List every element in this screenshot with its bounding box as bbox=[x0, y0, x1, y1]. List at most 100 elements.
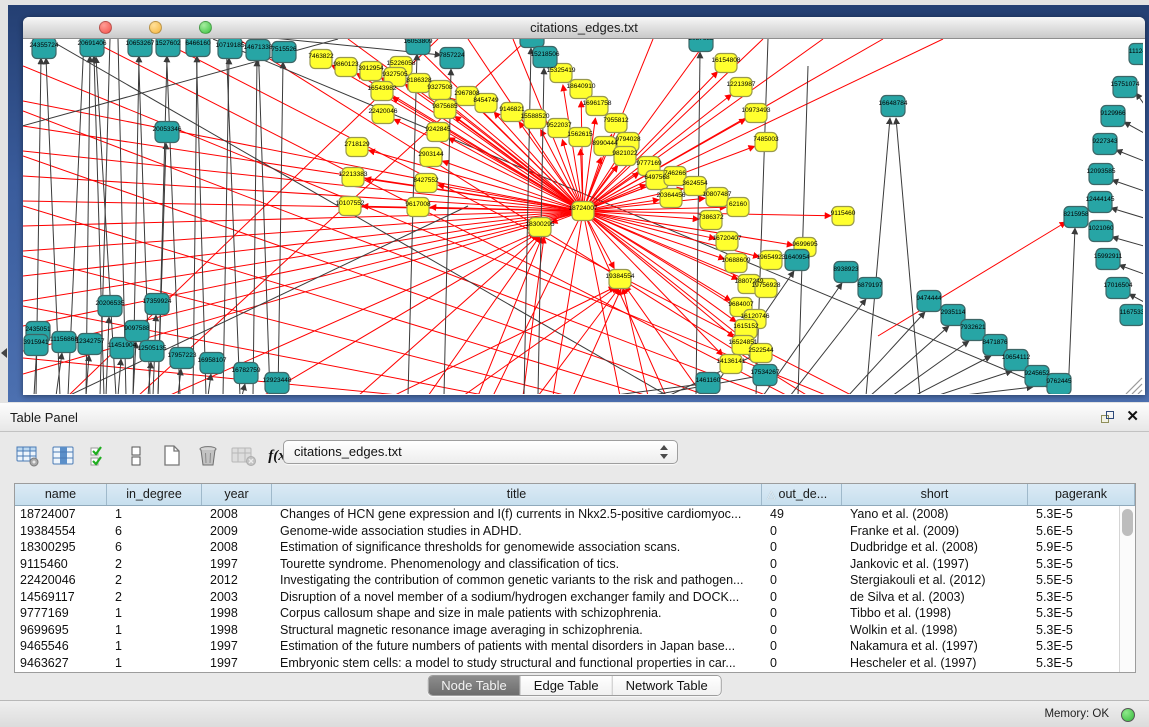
table-cell: 1 bbox=[107, 638, 202, 655]
black-edge bbox=[1116, 150, 1143, 161]
network-node-label: 9617008 bbox=[405, 201, 431, 208]
table-cell: Embryonic stem cells: a model to study s… bbox=[272, 655, 762, 672]
delete-table-button[interactable] bbox=[194, 443, 221, 469]
column-visibility-button[interactable] bbox=[50, 443, 77, 469]
attribute-table: namein_degreeyeartitle△ out_de...shortpa… bbox=[14, 483, 1136, 673]
table-cell: 5.5E-5 bbox=[1028, 572, 1119, 589]
network-canvas[interactable]: 1872400774638229860123391295415226058932… bbox=[23, 39, 1143, 394]
network-node-label: 15226058 bbox=[387, 60, 416, 67]
black-edge bbox=[956, 387, 1033, 394]
network-node-label: 20364456 bbox=[657, 192, 686, 199]
table-cell: 5.3E-5 bbox=[1028, 638, 1119, 655]
table-cell: Changes of HCN gene expression and I(f) … bbox=[272, 506, 762, 523]
table-row[interactable]: 946554611997Estimation of the future num… bbox=[15, 638, 1119, 655]
network-node-label: 3624554 bbox=[682, 180, 708, 187]
table-cell: 1 bbox=[107, 655, 202, 672]
table-toolbar: f(x) bbox=[14, 441, 293, 471]
table-row[interactable]: 1830029562008Estimation of significance … bbox=[15, 539, 1119, 556]
network-node-label: 62160 bbox=[729, 201, 747, 208]
network-node-label: 14671338 bbox=[244, 44, 273, 51]
column-header-pagerank[interactable]: pagerank bbox=[1028, 484, 1135, 505]
collapse-panel-arrow-icon[interactable] bbox=[1, 348, 7, 358]
table-cell: Dudbridge et al. (2008) bbox=[842, 539, 1028, 556]
table-cell: 14569117 bbox=[15, 589, 107, 606]
tab-network-table[interactable]: Network Table bbox=[613, 676, 721, 695]
table-cell: 2 bbox=[107, 556, 202, 573]
network-node-label: 10107552 bbox=[336, 200, 365, 207]
memory-status-indicator[interactable] bbox=[1121, 708, 1135, 722]
table-cell: 18724007 bbox=[15, 506, 107, 523]
table-cell: 2009 bbox=[202, 523, 272, 540]
table-cell: 0 bbox=[762, 523, 842, 540]
new-table-button[interactable] bbox=[158, 443, 185, 469]
network-node-label: 17534267 bbox=[751, 369, 780, 376]
column-header-title[interactable]: title bbox=[272, 484, 762, 505]
table-row[interactable]: 1872400712008Changes of HCN gene express… bbox=[15, 506, 1119, 523]
table-selector-dropdown[interactable]: citations_edges.txt bbox=[283, 440, 678, 464]
network-node-label: 11451904 bbox=[108, 342, 137, 349]
table-row[interactable]: 2242004622012Investigating the contribut… bbox=[15, 572, 1119, 589]
network-node-label: 20053346 bbox=[153, 126, 182, 133]
column-header-in-degree[interactable]: in_degree bbox=[107, 484, 202, 505]
network-node-label: 9777169 bbox=[636, 160, 662, 167]
vertical-scrollbar[interactable] bbox=[1119, 506, 1135, 672]
table-row[interactable]: 911546021997Tourette syndrome. Phenomeno… bbox=[15, 556, 1119, 573]
black-edge bbox=[1111, 208, 1143, 218]
network-node-label: 2087682 bbox=[688, 39, 714, 42]
network-node-label: 22420046 bbox=[369, 108, 398, 115]
table-cell: 2 bbox=[107, 572, 202, 589]
black-edge bbox=[106, 317, 109, 394]
scrollbar-thumb[interactable] bbox=[1122, 509, 1133, 536]
table-cell: Wolkin et al. (1998) bbox=[842, 622, 1028, 639]
network-node-label: 12923448 bbox=[263, 377, 292, 384]
column-header-year[interactable]: year bbox=[202, 484, 272, 505]
network-node-label: 9129966 bbox=[1100, 110, 1126, 117]
resize-grip[interactable] bbox=[1126, 378, 1142, 394]
red-edge bbox=[623, 288, 648, 394]
network-node-label: 9327505 bbox=[382, 71, 408, 78]
table-settings-button[interactable] bbox=[14, 443, 41, 469]
table-cell: 5.9E-5 bbox=[1028, 539, 1119, 556]
table-cell: Nakamura et al. (1997) bbox=[842, 638, 1028, 655]
table-row[interactable]: 977716911998Corpus callosum shape and si… bbox=[15, 605, 1119, 622]
table-cell: 5.3E-5 bbox=[1028, 556, 1119, 573]
table-row[interactable]: 946362711997Embryonic stem cells: a mode… bbox=[15, 655, 1119, 672]
tab-edge-table[interactable]: Edge Table bbox=[521, 676, 613, 695]
float-panel-icon[interactable] bbox=[1101, 411, 1115, 424]
tab-node-table[interactable]: Node Table bbox=[428, 676, 521, 695]
column-header-short[interactable]: short bbox=[842, 484, 1028, 505]
table-cell: 0 bbox=[762, 556, 842, 573]
network-window-titlebar[interactable]: citations_edges.txt bbox=[23, 17, 1145, 39]
network-node-label: 14136141 bbox=[717, 358, 746, 365]
network-window: citations_edges.txt 18724007746382298601… bbox=[23, 17, 1145, 395]
network-node-label: 1562615 bbox=[567, 131, 593, 138]
table-cell: Yano et al. (2008) bbox=[842, 506, 1028, 523]
table-cell: 22420046 bbox=[15, 572, 107, 589]
network-node-label: 16958107 bbox=[198, 357, 227, 364]
network-node-label: 2935114 bbox=[941, 309, 966, 316]
select-all-rows-button[interactable] bbox=[86, 443, 113, 469]
network-node-label: 9684007 bbox=[728, 301, 754, 308]
table-cell: 1998 bbox=[202, 622, 272, 639]
red-edge bbox=[449, 138, 583, 211]
table-cell: 0 bbox=[762, 622, 842, 639]
table-row[interactable]: 1938455462009Genome-wide association stu… bbox=[15, 523, 1119, 540]
table-row[interactable]: 969969511998Structural magnetic resonanc… bbox=[15, 622, 1119, 639]
network-node-label: 9245652 bbox=[1024, 370, 1050, 377]
table-body: 1872400712008Changes of HCN gene express… bbox=[15, 506, 1119, 672]
table-row[interactable]: 1456911722003Disruption of a novel membe… bbox=[15, 589, 1119, 606]
network-node-label: 9522037 bbox=[546, 122, 572, 129]
close-panel-icon[interactable]: ✕ bbox=[1126, 408, 1139, 426]
table-panel-body: f(x) citations_edges.txt namein_degreeye… bbox=[0, 432, 1149, 700]
red-edge bbox=[573, 289, 621, 394]
network-node-label: 20206535 bbox=[96, 300, 125, 307]
black-edge bbox=[68, 206, 468, 394]
row-height-button[interactable] bbox=[122, 443, 149, 469]
table-cell: Tibbo et al. (1998) bbox=[842, 605, 1028, 622]
table-cell: 6 bbox=[107, 523, 202, 540]
column-header-name[interactable]: name bbox=[15, 484, 107, 505]
network-node-label: 2903144 bbox=[418, 151, 444, 158]
black-edge bbox=[278, 62, 283, 394]
network-node-label: 16543982 bbox=[368, 85, 397, 92]
column-header-out-de-[interactable]: △ out_de... bbox=[762, 484, 842, 505]
